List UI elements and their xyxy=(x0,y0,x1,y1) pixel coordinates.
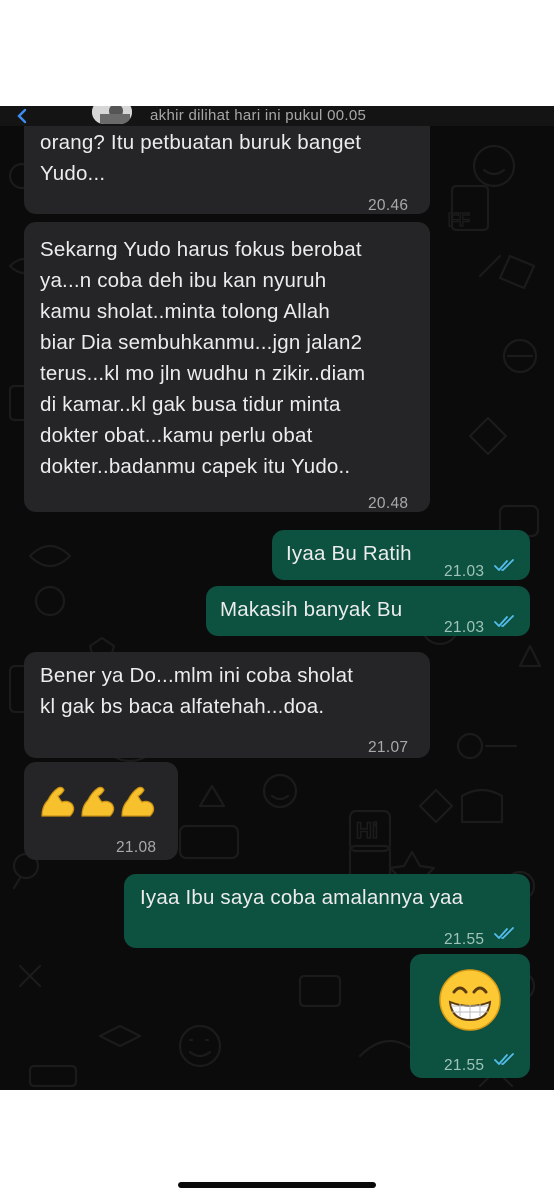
home-indicator[interactable] xyxy=(178,1182,376,1188)
message-outgoing[interactable]: Iyaa Bu Ratih 21.03 xyxy=(272,530,530,580)
message-incoming[interactable]: 21.08 xyxy=(24,762,178,860)
back-arrow-icon[interactable] xyxy=(14,108,30,124)
message-time: 20.48 xyxy=(368,495,409,512)
contact-avatar[interactable] xyxy=(92,106,132,124)
message-time: 21.55 xyxy=(444,931,485,948)
message-text: Iyaa Bu Ratih xyxy=(286,542,412,565)
read-ticks-icon xyxy=(494,559,514,571)
last-seen-status: akhir dilihat hari ini pukul 00.05 xyxy=(150,107,367,124)
svg-text:FF: FF xyxy=(448,210,470,230)
message-outgoing[interactable]: 21.55 xyxy=(410,954,530,1078)
message-time: 21.07 xyxy=(368,739,409,756)
message-incoming[interactable]: Sekarng Yudo harus fokus berobat ya...n … xyxy=(24,222,430,512)
message-time: 20.46 xyxy=(368,197,409,214)
svg-text:Hi: Hi xyxy=(356,818,378,843)
message-time: 21.03 xyxy=(444,563,485,580)
message-time: 21.08 xyxy=(116,839,157,856)
read-ticks-icon xyxy=(494,615,514,627)
flexed-biceps-emoji-icon xyxy=(41,786,155,817)
message-incoming[interactable]: Bener ya Do...mlm ini coba sholat kl gak… xyxy=(24,652,430,758)
message-text: Bener ya Do...mlm ini coba sholat kl gak… xyxy=(40,664,354,718)
chat-area[interactable]: Hi FF akhir dilihat hari ini pukul 00.05… xyxy=(0,106,554,1090)
message-text: Sekarng Yudo harus fokus berobat ya...n … xyxy=(40,238,366,478)
avatar-image-icon xyxy=(92,106,132,124)
message-time: 21.55 xyxy=(444,1057,485,1074)
message-time: 21.03 xyxy=(444,619,485,636)
message-outgoing[interactable]: Iyaa Ibu saya coba amalannya yaa 21.55 xyxy=(124,874,530,948)
screen: Hi FF akhir dilihat hari ini pukul 00.05… xyxy=(0,0,554,1200)
read-ticks-icon xyxy=(494,927,514,939)
chat-header: akhir dilihat hari ini pukul 00.05 xyxy=(0,106,554,126)
grinning-face-emoji-icon xyxy=(439,969,501,1031)
message-text: Makasih banyak Bu xyxy=(220,598,403,621)
message-outgoing[interactable]: Makasih banyak Bu 21.03 xyxy=(206,586,530,636)
read-ticks-icon xyxy=(494,1053,514,1065)
message-text: Iyaa Ibu saya coba amalannya yaa xyxy=(140,886,464,909)
